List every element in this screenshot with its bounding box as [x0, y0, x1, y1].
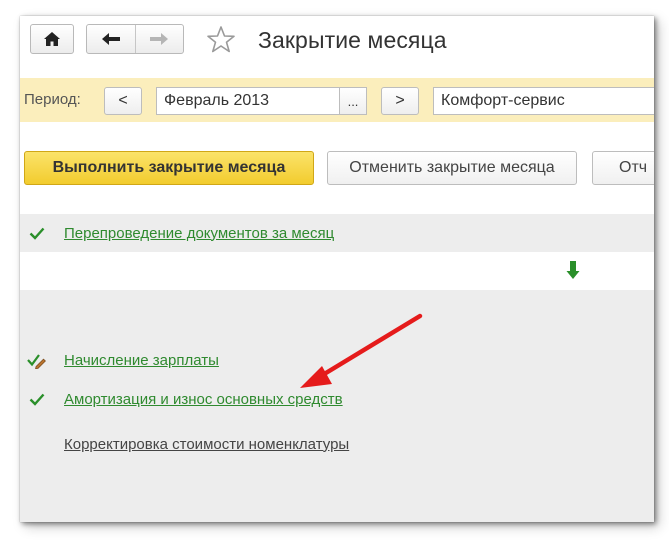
- annotation-arrow: [300, 313, 423, 388]
- app-window: Закрытие месяца Период: < Февраль 2013 .…: [20, 16, 654, 522]
